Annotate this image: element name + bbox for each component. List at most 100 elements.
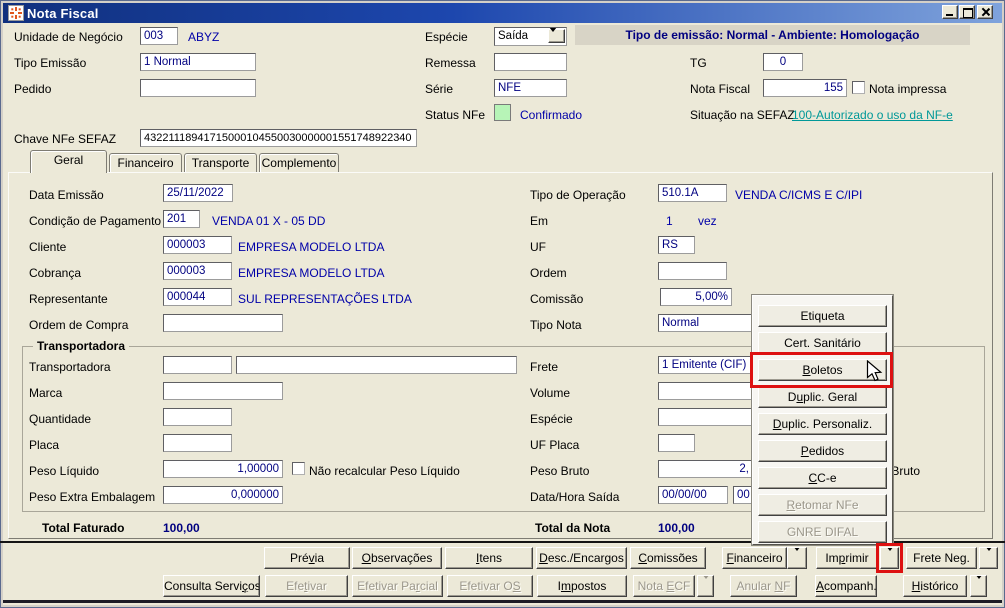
status-nfe-value: Confirmado bbox=[520, 108, 583, 122]
imprimir-button[interactable]: Imprimir bbox=[816, 547, 878, 569]
historico-dropdown-icon[interactable] bbox=[970, 575, 987, 597]
efetivar-button: Efetivar bbox=[265, 575, 348, 597]
tipo-operacao-field[interactable]: 510.1A bbox=[658, 184, 727, 202]
peso-liquido-label: Peso Líquido bbox=[29, 464, 100, 478]
nota-impressa-label: Nota impressa bbox=[869, 82, 947, 96]
peso-liquido-field[interactable]: 1,00000 bbox=[163, 460, 283, 478]
em-unit: vez bbox=[698, 214, 717, 228]
observacoes-button[interactable]: Observações bbox=[352, 547, 442, 569]
imprimir-dropdown-highlight-box bbox=[876, 543, 903, 573]
itens-button[interactable]: Itens bbox=[445, 547, 533, 569]
cobranca-field[interactable]: 000003 bbox=[163, 262, 232, 280]
menu-cert-sanitario-button[interactable]: Cert. Sanitário bbox=[758, 332, 887, 354]
especie-value: Saída bbox=[498, 30, 529, 42]
uf-field[interactable]: RS bbox=[658, 236, 695, 254]
situacao-sefaz-link[interactable]: 100-Autorizado o uso da NF-e bbox=[792, 108, 953, 122]
volume-label: Volume bbox=[530, 386, 571, 400]
frete-label: Frete bbox=[530, 360, 559, 374]
anular-nf-button: Anular NF bbox=[730, 575, 797, 597]
especie-combobox[interactable]: Saída bbox=[494, 27, 567, 46]
cliente-label: Cliente bbox=[29, 240, 67, 254]
chave-field[interactable]: 4322111894171500010455003000000155174892… bbox=[140, 129, 417, 147]
em-value: 1 bbox=[666, 214, 673, 228]
cobranca-desc: EMPRESA MODELO LTDA bbox=[238, 266, 385, 280]
pedido-field[interactable] bbox=[140, 79, 256, 97]
ordem-compra-field[interactable] bbox=[163, 314, 283, 332]
marca-field[interactable] bbox=[163, 382, 283, 400]
nao-recalcular-peso-liquido-checkbox[interactable] bbox=[292, 462, 305, 475]
placa-field[interactable] bbox=[163, 434, 232, 452]
menu-etiqueta-button[interactable]: Etiqueta bbox=[758, 305, 887, 327]
app-icon bbox=[8, 5, 24, 21]
unidade-negocio-label: Unidade de Negócio bbox=[14, 30, 123, 44]
desc-encargos-button[interactable]: Desc./Encargos bbox=[536, 547, 627, 569]
especie-transporte-label: Espécie bbox=[530, 412, 573, 426]
tipo-emissao-field[interactable]: 1 Normal bbox=[140, 53, 256, 71]
menu-pedidos-button[interactable]: Pedidos bbox=[758, 440, 887, 462]
especie-label: Espécie bbox=[425, 30, 468, 44]
status-nfe-indicator bbox=[494, 104, 511, 121]
total-faturado-value: 100,00 bbox=[163, 521, 200, 535]
serie-field[interactable]: NFE bbox=[494, 79, 567, 97]
peso-extra-field[interactable]: 0,000000 bbox=[163, 486, 283, 504]
frete-neg-dropdown-icon[interactable] bbox=[979, 547, 998, 569]
tab-complemento[interactable]: Complemento bbox=[259, 153, 339, 173]
data-hora-saida-label: Data/Hora Saída bbox=[530, 490, 620, 504]
remessa-field[interactable] bbox=[494, 53, 567, 71]
menu-cce-button[interactable]: CC-e bbox=[758, 467, 887, 489]
tab-transporte[interactable]: Transporte bbox=[184, 153, 257, 173]
unidade-negocio-field[interactable]: 003 bbox=[140, 27, 178, 45]
previa-button[interactable]: Prévia bbox=[264, 547, 350, 569]
transportadora-code-field[interactable] bbox=[163, 356, 232, 374]
emissao-ambiente-banner: Tipo de emissão: Normal - Ambiente: Homo… bbox=[575, 25, 970, 45]
financeiro-button[interactable]: Financeiro bbox=[722, 547, 787, 569]
nota-impressa-checkbox[interactable] bbox=[852, 81, 865, 94]
financeiro-dropdown-icon[interactable] bbox=[787, 547, 807, 569]
nota-fiscal-field[interactable]: 155 bbox=[763, 79, 847, 97]
cliente-field[interactable]: 000003 bbox=[163, 236, 232, 254]
historico-button[interactable]: Histórico bbox=[903, 575, 967, 597]
comissao-field[interactable]: 5,00% bbox=[660, 288, 732, 306]
uf-placa-field[interactable] bbox=[658, 434, 695, 452]
efetivar-os-button: Efetivar OS bbox=[447, 575, 533, 597]
representante-desc: SUL REPRESENTAÇÕES LTDA bbox=[238, 292, 412, 306]
menu-duplic-geral-button[interactable]: Duplic. Geral bbox=[758, 386, 887, 408]
data-emissao-field[interactable]: 25/11/2022 bbox=[163, 184, 233, 202]
tg-field[interactable]: 0 bbox=[763, 53, 803, 71]
acompanh-button[interactable]: Acompanh. bbox=[815, 575, 877, 597]
total-faturado-label: Total Faturado bbox=[42, 521, 125, 535]
marca-label: Marca bbox=[29, 386, 63, 400]
ordem-field[interactable] bbox=[658, 262, 727, 280]
menu-duplic-personaliz-button[interactable]: Duplic. Personaliz. bbox=[758, 413, 887, 435]
total-nota-value: 100,00 bbox=[658, 521, 695, 535]
comissoes-button[interactable]: Comissões bbox=[630, 547, 706, 569]
close-icon[interactable] bbox=[977, 5, 993, 19]
consulta-servicos-button[interactable]: Consulta Serviços bbox=[163, 575, 260, 597]
remessa-label: Remessa bbox=[425, 56, 476, 70]
tipo-operacao-desc: VENDA C/ICMS E C/IPI bbox=[735, 188, 863, 202]
tab-geral[interactable]: Geral bbox=[30, 150, 107, 173]
frete-neg-button[interactable]: Frete Neg. bbox=[906, 547, 977, 569]
peso-bruto-label: Peso Bruto bbox=[530, 464, 590, 478]
cond-pagamento-desc: VENDA 01 X - 05 DD bbox=[212, 214, 326, 228]
nota-fiscal-window: Nota Fiscal Unidade de Negócio 003 ABYZ … bbox=[0, 0, 1005, 608]
status-nfe-label: Status NFe bbox=[425, 108, 486, 122]
tab-financeiro[interactable]: Financeiro bbox=[109, 153, 182, 173]
unidade-negocio-desc: ABYZ bbox=[188, 30, 220, 44]
data-saida-field[interactable]: 00/00/00 bbox=[658, 486, 728, 504]
nota-fiscal-label: Nota Fiscal bbox=[690, 82, 751, 96]
impostos-button[interactable]: Impostos bbox=[537, 575, 627, 597]
pedido-label: Pedido bbox=[14, 82, 52, 96]
maximize-icon[interactable] bbox=[959, 5, 975, 19]
minimize-icon[interactable] bbox=[942, 5, 958, 19]
cliente-desc: EMPRESA MODELO LTDA bbox=[238, 240, 385, 254]
tipo-emissao-label: Tipo Emissão bbox=[14, 56, 87, 70]
quantidade-field[interactable] bbox=[163, 408, 232, 426]
especie-dropdown-icon[interactable] bbox=[548, 28, 565, 45]
quantidade-label: Quantidade bbox=[29, 412, 92, 426]
tipo-nota-label: Tipo Nota bbox=[530, 318, 582, 332]
representante-field[interactable]: 000044 bbox=[163, 288, 232, 306]
transportadora-desc-field[interactable] bbox=[236, 356, 517, 374]
nao-recalcular-peso-liquido-label: Não recalcular Peso Líquido bbox=[309, 464, 460, 478]
cond-pagamento-field[interactable]: 201 bbox=[163, 210, 200, 228]
